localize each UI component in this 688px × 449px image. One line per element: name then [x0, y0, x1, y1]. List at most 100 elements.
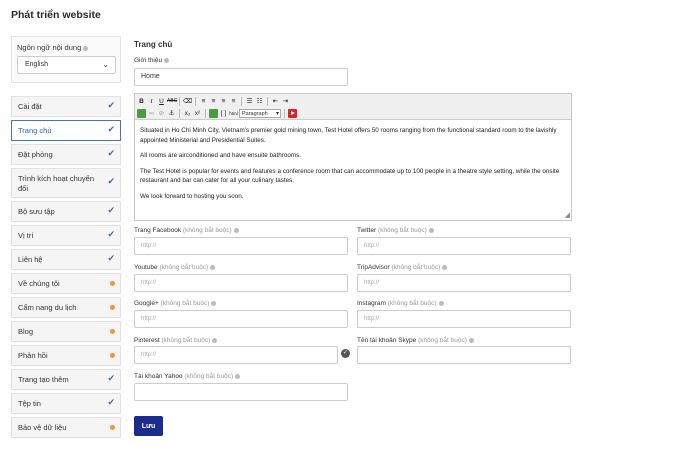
align-left-icon[interactable]: ≡	[199, 97, 208, 106]
skype-input[interactable]	[357, 346, 571, 364]
toolbar-divider	[179, 97, 180, 106]
info-icon	[428, 227, 434, 233]
format-select[interactable]: Paragraph	[239, 109, 281, 118]
language-panel: Ngôn ngữ nội dung English ⌄	[11, 36, 121, 83]
sidebar-item-travel-guide[interactable]: Cẩm nang du lịch	[11, 297, 121, 318]
sidebar-item-location[interactable]: Vị trí ✔	[11, 225, 121, 246]
align-justify-icon[interactable]: ≡	[229, 97, 238, 106]
html-source-icon[interactable]: html	[229, 109, 238, 118]
googleplus-label: Google+ (không bắt buộc)	[134, 300, 217, 307]
sidebar-item-label: Cài đặt	[18, 102, 42, 111]
toolbar-divider	[195, 97, 196, 106]
youtube-input[interactable]: http://	[134, 274, 348, 292]
sidebar-item-label: Trang tạo thêm	[18, 375, 69, 384]
sidebar-item-label: Vị trí	[18, 231, 34, 240]
sidebar-item-label: Liên hệ	[18, 255, 43, 264]
facebook-label: Trang Facebook (không bắt buộc)	[134, 227, 239, 234]
sidebar-item-label: Blog	[18, 327, 34, 336]
italic-button[interactable]: I	[147, 97, 156, 106]
sidebar-item-blog[interactable]: Blog	[11, 321, 121, 342]
info-icon	[83, 45, 89, 51]
chevron-down-icon: ⌄	[102, 60, 109, 69]
info-icon	[442, 264, 448, 270]
instagram-label: Instagram (không bắt buộc)	[357, 300, 444, 307]
link-icon[interactable]: ∞	[147, 109, 156, 118]
indent-icon[interactable]: ⇥	[281, 97, 290, 106]
save-button[interactable]: Lưu	[134, 416, 163, 436]
youtube-icon[interactable]	[288, 109, 297, 118]
check-icon: ✔	[107, 176, 115, 186]
rich-text-editor: B I U ABC ⌫ ≡ ≡ ≡ ≡ ☰ ☷ ⇤ ⇥ ∞ ⊘ ⚓ x₂ x²	[134, 93, 572, 221]
editor-paragraph: Situated in Ho Chi Minh City, Vietnam's …	[140, 127, 557, 144]
align-center-icon[interactable]: ≡	[209, 97, 218, 106]
pending-dot-icon	[110, 281, 115, 286]
image-icon[interactable]	[137, 109, 146, 118]
pending-dot-icon	[110, 329, 115, 334]
sidebar-item-home[interactable]: Trang chủ ✔	[11, 120, 121, 141]
toolbar-divider	[241, 97, 242, 106]
sidebar-item-about-us[interactable]: Về chúng tôi	[11, 273, 121, 294]
section-title: Trang chủ	[134, 40, 173, 49]
intro-label: Giới thiệu	[134, 57, 170, 64]
check-icon: ✔	[107, 205, 115, 215]
clean-format-icon[interactable]: ⌫	[183, 97, 192, 106]
resize-handle-icon[interactable]: ◢	[565, 211, 570, 219]
facebook-input[interactable]: http://	[134, 237, 348, 255]
youtube-label: Youtube (không bắt buộc)	[134, 264, 216, 271]
language-select[interactable]: English ⌄	[17, 56, 116, 74]
pinterest-input[interactable]: http://	[134, 346, 338, 364]
strikethrough-button[interactable]: ABC	[167, 97, 177, 106]
unlink-icon[interactable]: ⊘	[157, 109, 166, 118]
info-icon	[211, 300, 217, 306]
check-icon: ✔	[107, 373, 115, 383]
toolbar-divider	[284, 109, 285, 118]
bold-button[interactable]: B	[137, 97, 146, 106]
yahoo-label: Tài khoản Yahoo (không bắt buộc)	[134, 373, 241, 380]
intro-input[interactable]: Home	[134, 68, 348, 86]
sidebar-item-extra-pages[interactable]: Trang tạo thêm ✔	[11, 369, 121, 390]
pinterest-label: Pinterest (không bắt buộc)	[134, 337, 218, 344]
toolbar-divider	[267, 97, 268, 106]
editor-content[interactable]: Situated in Ho Chi Minh City, Vietnam's …	[140, 126, 568, 207]
twitter-label: Twitter (không bắt buộc)	[357, 227, 434, 234]
superscript-icon[interactable]: x²	[193, 109, 202, 118]
info-icon	[438, 300, 444, 306]
bullet-list-icon[interactable]: ☰	[245, 97, 254, 106]
sidebar-item-gallery[interactable]: Bộ sưu tập ✔	[11, 201, 121, 222]
numbered-list-icon[interactable]: ☷	[255, 97, 264, 106]
tripadvisor-input[interactable]: http://	[357, 274, 571, 292]
yahoo-input[interactable]	[134, 383, 348, 401]
pending-dot-icon	[110, 305, 115, 310]
twitter-input[interactable]: http://	[357, 237, 571, 255]
align-right-icon[interactable]: ≡	[219, 97, 228, 106]
underline-button[interactable]: U	[157, 97, 166, 106]
page-title: Phát triển website	[11, 9, 101, 21]
insert-media-icon[interactable]	[209, 109, 218, 118]
subscript-icon[interactable]: x₂	[183, 109, 192, 118]
info-icon	[235, 373, 241, 379]
instagram-input[interactable]: http://	[357, 310, 571, 328]
sidebar-item-feedback[interactable]: Phản hồi	[11, 345, 121, 366]
outdent-icon[interactable]: ⇤	[271, 97, 280, 106]
sidebar-item-label: Bộ sưu tập	[18, 207, 55, 216]
info-icon	[468, 337, 474, 343]
sidebar-item-label: Cẩm nang du lịch	[18, 303, 77, 312]
googleplus-input[interactable]: http://	[134, 310, 348, 328]
check-icon: ✔	[107, 397, 115, 407]
sidebar-item-booking[interactable]: Đặt phòng ✔	[11, 144, 121, 165]
check-icon: ✔	[107, 124, 115, 134]
sidebar-item-conversion-triggers[interactable]: Trình kích hoạt chuyển đổi ✔	[11, 168, 121, 198]
toolbar-divider	[179, 109, 180, 118]
sidebar-item-data-protection[interactable]: Bảo vệ dữ liệu	[11, 417, 121, 438]
sidebar-item-label: Tệp tin	[18, 399, 41, 408]
sidebar-item-settings[interactable]: Cài đặt ✔	[11, 96, 121, 117]
check-icon: ✔	[107, 148, 115, 158]
sidebar-item-label: Bảo vệ dữ liệu	[18, 423, 67, 432]
code-icon[interactable]: [ ]	[219, 109, 228, 118]
sidebar-item-files[interactable]: Tệp tin ✔	[11, 393, 121, 414]
sidebar-item-label: Trình kích hoạt chuyển đổi	[18, 174, 95, 193]
info-icon	[233, 227, 239, 233]
sidebar-item-contact[interactable]: Liên hệ ✔	[11, 249, 121, 270]
sidebar-item-label: Phản hồi	[18, 351, 48, 360]
anchor-icon[interactable]: ⚓	[167, 109, 176, 118]
